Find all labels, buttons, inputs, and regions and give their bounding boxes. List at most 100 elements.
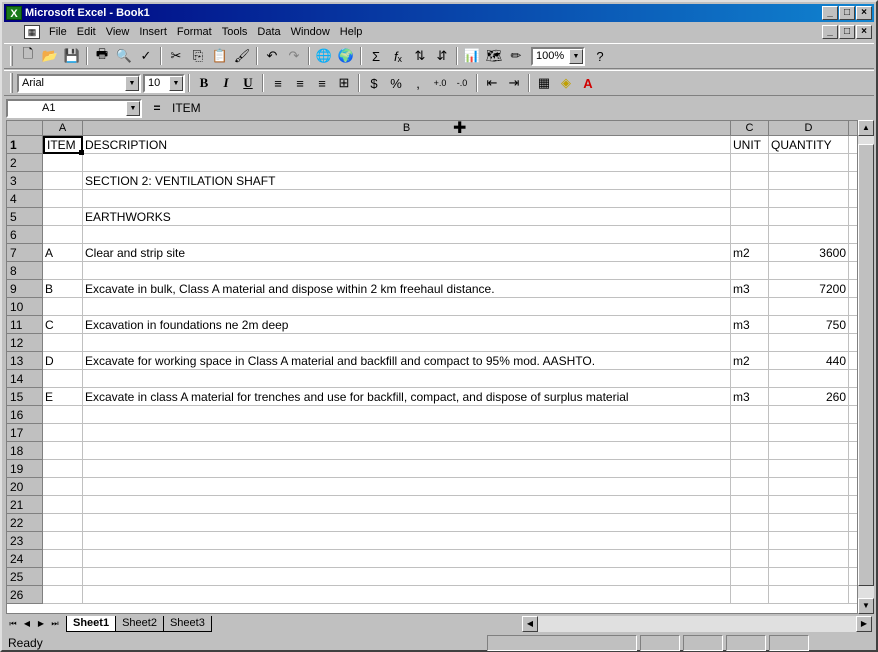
row-header[interactable]: 22 (7, 514, 43, 532)
table-cell[interactable]: DESCRIPTION (83, 136, 731, 154)
menu-insert[interactable]: Insert (134, 26, 172, 38)
tab-sheet1[interactable]: Sheet1 (66, 616, 117, 632)
table-cell[interactable] (849, 460, 857, 478)
table-cell[interactable] (83, 478, 731, 496)
row-header[interactable]: 12 (7, 334, 43, 352)
table-cell[interactable] (849, 406, 857, 424)
table-cell[interactable] (43, 370, 83, 388)
row-header[interactable]: 15 (7, 388, 43, 406)
table-cell[interactable] (769, 532, 849, 550)
row-header[interactable]: 3 (7, 172, 43, 190)
row-header[interactable]: 13 (7, 352, 43, 370)
table-cell[interactable] (83, 190, 731, 208)
table-cell[interactable] (731, 532, 769, 550)
table-cell[interactable]: SECTION 2: VENTILATION SHAFT (83, 172, 731, 190)
table-cell[interactable]: m2 (731, 244, 769, 262)
table-cell[interactable] (731, 514, 769, 532)
table-cell[interactable] (731, 298, 769, 316)
table-cell[interactable] (731, 568, 769, 586)
table-cell[interactable] (769, 154, 849, 172)
table-cell[interactable] (83, 424, 731, 442)
autosum-icon[interactable]: Σ (365, 46, 387, 67)
table-cell[interactable] (849, 280, 857, 298)
hyperlink-icon[interactable]: 🌐 (313, 46, 335, 67)
font-select[interactable]: Arial ▼ (17, 73, 141, 93)
table-cell[interactable] (849, 442, 857, 460)
paste-icon[interactable]: 📋 (209, 46, 231, 67)
table-cell[interactable] (769, 586, 849, 604)
menu-view[interactable]: View (101, 26, 135, 38)
chevron-down-icon[interactable]: ▼ (126, 100, 140, 116)
fill-handle[interactable] (79, 150, 84, 155)
row-header[interactable]: 14 (7, 370, 43, 388)
table-cell[interactable] (849, 334, 857, 352)
table-cell[interactable]: E (43, 388, 83, 406)
table-cell[interactable] (43, 298, 83, 316)
row-header[interactable]: 23 (7, 532, 43, 550)
row-header[interactable]: 25 (7, 568, 43, 586)
open-icon[interactable]: 📂 (39, 46, 61, 67)
table-cell[interactable] (43, 226, 83, 244)
active-cell[interactable]: ITEM (43, 136, 83, 154)
menu-edit[interactable]: Edit (72, 26, 101, 38)
formula-input[interactable]: ITEM (172, 101, 201, 115)
table-cell[interactable] (849, 496, 857, 514)
table-cell[interactable] (43, 514, 83, 532)
table-cell[interactable] (731, 370, 769, 388)
close-button[interactable]: × (856, 6, 872, 20)
table-cell[interactable] (849, 532, 857, 550)
table-cell[interactable] (849, 298, 857, 316)
table-cell[interactable]: B (43, 280, 83, 298)
table-cell[interactable] (43, 154, 83, 172)
table-cell[interactable] (731, 334, 769, 352)
table-cell[interactable]: m3 (731, 388, 769, 406)
increase-decimal-icon[interactable]: +.0 (429, 73, 451, 94)
table-cell[interactable] (83, 568, 731, 586)
table-cell[interactable]: Excavate for working space in Class A ma… (83, 352, 731, 370)
equals-sign[interactable]: = (142, 101, 172, 115)
menu-window[interactable]: Window (286, 26, 335, 38)
table-cell[interactable] (731, 478, 769, 496)
table-cell[interactable] (83, 370, 731, 388)
table-cell[interactable] (769, 190, 849, 208)
format-painter-icon[interactable]: 🖌 (231, 46, 253, 67)
table-cell[interactable] (43, 550, 83, 568)
table-cell[interactable] (43, 406, 83, 424)
row-header[interactable]: 9 (7, 280, 43, 298)
chart-wizard-icon[interactable]: 📊 (461, 46, 483, 67)
toolbar-grip[interactable] (10, 46, 13, 66)
table-cell[interactable] (769, 442, 849, 460)
menu-data[interactable]: Data (252, 26, 285, 38)
scroll-up-button[interactable]: ▲ (858, 120, 874, 136)
table-cell[interactable] (731, 424, 769, 442)
map-icon[interactable]: 🗺 (483, 46, 505, 67)
table-cell[interactable] (43, 532, 83, 550)
fill-color-icon[interactable]: ◈ (555, 73, 577, 94)
table-cell[interactable] (83, 226, 731, 244)
row-header[interactable]: 26 (7, 586, 43, 604)
table-cell[interactable] (731, 442, 769, 460)
align-left-icon[interactable]: ≡ (267, 73, 289, 94)
table-cell[interactable]: Excavation in foundations ne 2m deep (83, 316, 731, 334)
row-header[interactable]: 20 (7, 478, 43, 496)
scroll-thumb[interactable] (858, 144, 874, 586)
table-cell[interactable] (43, 172, 83, 190)
table-cell[interactable] (849, 514, 857, 532)
table-cell[interactable] (731, 190, 769, 208)
table-cell[interactable] (731, 262, 769, 280)
table-cell[interactable] (43, 442, 83, 460)
row-header[interactable]: 8 (7, 262, 43, 280)
select-all-corner[interactable] (7, 121, 43, 136)
table-cell[interactable] (43, 262, 83, 280)
row-header[interactable]: 10 (7, 298, 43, 316)
table-cell[interactable] (731, 154, 769, 172)
table-cell[interactable] (849, 226, 857, 244)
table-cell[interactable] (731, 226, 769, 244)
table-cell[interactable] (43, 334, 83, 352)
scroll-down-button[interactable]: ▼ (858, 598, 874, 614)
table-cell[interactable] (43, 424, 83, 442)
table-cell[interactable] (849, 478, 857, 496)
document-icon[interactable]: ▦ (24, 25, 40, 39)
row-header[interactable]: 7 (7, 244, 43, 262)
table-cell[interactable] (769, 550, 849, 568)
